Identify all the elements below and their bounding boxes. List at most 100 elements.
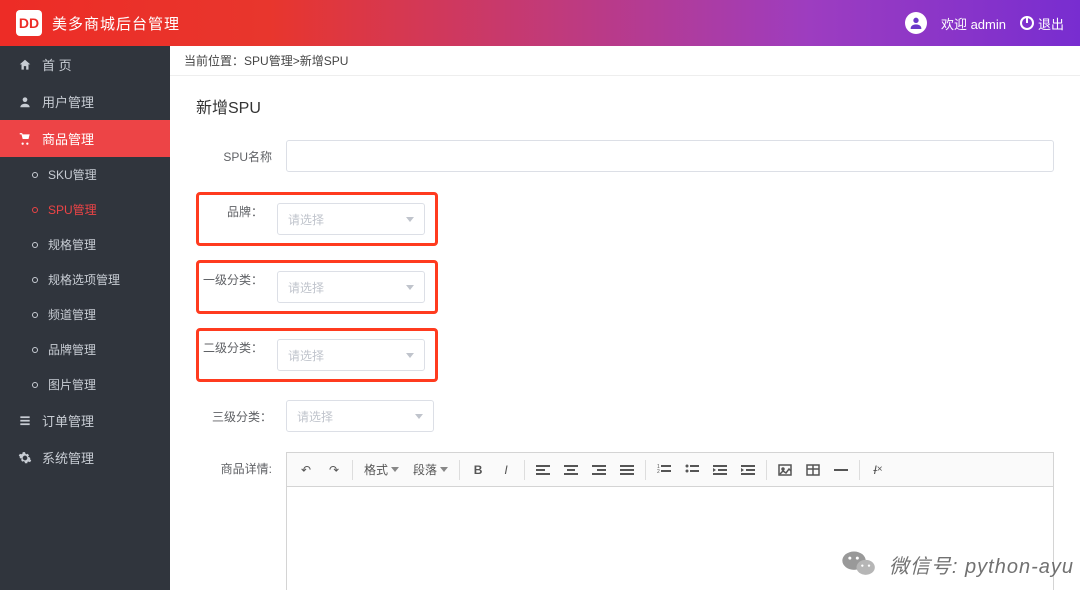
logout-button[interactable]: 退出 bbox=[1020, 14, 1064, 33]
watermark-text: 微信号: python-ayu bbox=[889, 550, 1074, 579]
align-justify-button[interactable] bbox=[614, 457, 640, 483]
desc-label: 商品详情: bbox=[196, 452, 286, 477]
separator bbox=[459, 460, 460, 480]
ordered-list-button[interactable]: 12 bbox=[651, 457, 677, 483]
sidebar-item-label: 商品管理 bbox=[42, 129, 94, 148]
separator bbox=[859, 460, 860, 480]
sidebar-item-channels[interactable]: 频道管理 bbox=[0, 297, 170, 332]
bullet-icon bbox=[32, 207, 38, 213]
sidebar-item-users[interactable]: 用户管理 bbox=[0, 83, 170, 120]
brand-label: 品牌： bbox=[199, 203, 277, 235]
svg-text:2: 2 bbox=[657, 469, 660, 475]
bullet-icon bbox=[32, 242, 38, 248]
bullet-icon bbox=[32, 172, 38, 178]
sidebar-item-label: 首 页 bbox=[42, 55, 72, 74]
format-dropdown[interactable]: 格式 bbox=[358, 457, 405, 483]
sidebar-item-home[interactable]: 首 页 bbox=[0, 46, 170, 83]
bullet-icon bbox=[32, 347, 38, 353]
bullet-icon bbox=[32, 277, 38, 283]
avatar[interactable] bbox=[905, 12, 927, 34]
cat1-select[interactable]: 请选择 bbox=[277, 271, 425, 303]
separator bbox=[352, 460, 353, 480]
brand-select[interactable]: 请选择 bbox=[277, 203, 425, 235]
undo-button[interactable]: ↶ bbox=[293, 457, 319, 483]
sidebar-item-label: SPU管理 bbox=[48, 201, 97, 218]
spu-name-input[interactable] bbox=[286, 140, 1054, 172]
spu-name-label: SPU名称 bbox=[196, 148, 286, 165]
bullet-icon bbox=[32, 382, 38, 388]
table-button[interactable] bbox=[800, 457, 826, 483]
redo-button[interactable]: ↷ bbox=[321, 457, 347, 483]
cat2-select[interactable]: 请选择 bbox=[277, 339, 425, 371]
sidebar-item-label: 系统管理 bbox=[42, 448, 94, 467]
chevron-down-icon bbox=[406, 285, 414, 290]
cat1-label: 一级分类： bbox=[199, 271, 277, 303]
welcome-text: 欢迎 admin bbox=[941, 14, 1006, 33]
gear-icon bbox=[18, 451, 32, 465]
cat3-select[interactable]: 请选择 bbox=[286, 400, 434, 432]
brand-title: 美多商城后台管理 bbox=[52, 13, 180, 34]
sidebar-item-products[interactable]: 商品管理 bbox=[0, 120, 170, 157]
breadcrumb-path: SPU管理>新增SPU bbox=[244, 52, 348, 69]
chevron-down-icon bbox=[406, 217, 414, 222]
bullet-icon bbox=[32, 312, 38, 318]
separator bbox=[645, 460, 646, 480]
outdent-button[interactable] bbox=[707, 457, 733, 483]
chevron-down-icon bbox=[406, 353, 414, 358]
sidebar-item-spu[interactable]: SPU管理 bbox=[0, 192, 170, 227]
sidebar-item-label: 规格选项管理 bbox=[48, 271, 120, 288]
breadcrumb-prefix: 当前位置： bbox=[184, 52, 244, 69]
sidebar-item-label: 订单管理 bbox=[42, 411, 94, 430]
paragraph-label: 段落 bbox=[413, 461, 437, 478]
image-button[interactable] bbox=[772, 457, 798, 483]
chevron-down-icon bbox=[440, 467, 448, 472]
align-right-button[interactable] bbox=[586, 457, 612, 483]
select-placeholder: 请选择 bbox=[297, 408, 333, 425]
sidebar-item-spec-options[interactable]: 规格选项管理 bbox=[0, 262, 170, 297]
highlight-cat2: 二级分类： 请选择 bbox=[196, 328, 438, 382]
format-label: 格式 bbox=[364, 461, 388, 478]
user-icon bbox=[18, 95, 32, 109]
sidebar-item-label: 图片管理 bbox=[48, 376, 96, 393]
align-center-button[interactable] bbox=[558, 457, 584, 483]
chevron-down-icon bbox=[391, 467, 399, 472]
highlight-brand: 品牌： 请选择 bbox=[196, 192, 438, 246]
sidebar-item-label: 品牌管理 bbox=[48, 341, 96, 358]
sidebar-item-system[interactable]: 系统管理 bbox=[0, 439, 170, 476]
sidebar-item-orders[interactable]: 订单管理 bbox=[0, 402, 170, 439]
sidebar-item-specs[interactable]: 规格管理 bbox=[0, 227, 170, 262]
sidebar-item-label: SKU管理 bbox=[48, 166, 97, 183]
clear-format-button[interactable]: I× bbox=[865, 457, 891, 483]
unordered-list-button[interactable] bbox=[679, 457, 705, 483]
chevron-down-icon bbox=[415, 414, 423, 419]
power-icon bbox=[1020, 16, 1034, 30]
cat2-label: 二级分类： bbox=[199, 339, 277, 371]
select-placeholder: 请选择 bbox=[288, 347, 324, 364]
sidebar-item-images[interactable]: 图片管理 bbox=[0, 367, 170, 402]
cat3-label: 三级分类： bbox=[196, 408, 286, 425]
cart-icon bbox=[18, 132, 32, 146]
select-placeholder: 请选择 bbox=[288, 211, 324, 228]
align-left-button[interactable] bbox=[530, 457, 556, 483]
highlight-cat1: 一级分类： 请选择 bbox=[196, 260, 438, 314]
indent-button[interactable] bbox=[735, 457, 761, 483]
separator bbox=[524, 460, 525, 480]
sidebar-item-label: 频道管理 bbox=[48, 306, 96, 323]
list-icon bbox=[18, 414, 32, 428]
wechat-icon bbox=[839, 544, 879, 584]
sidebar-item-label: 用户管理 bbox=[42, 92, 94, 111]
breadcrumb: 当前位置： SPU管理>新增SPU bbox=[170, 46, 1080, 76]
hr-button[interactable] bbox=[828, 457, 854, 483]
watermark: 微信号: python-ayu bbox=[839, 544, 1074, 584]
sidebar-item-brands[interactable]: 品牌管理 bbox=[0, 332, 170, 367]
page-title: 新增SPU bbox=[196, 94, 1054, 118]
bold-button[interactable]: B bbox=[465, 457, 491, 483]
select-placeholder: 请选择 bbox=[288, 279, 324, 296]
italic-button[interactable]: I bbox=[493, 457, 519, 483]
editor-toolbar: ↶ ↷ 格式 段落 B I bbox=[287, 453, 1053, 487]
logo: DD bbox=[16, 10, 42, 36]
sidebar: 首 页 用户管理 商品管理 SKU管理 SPU管理 规格管理 规格选项管理 频 bbox=[0, 46, 170, 590]
paragraph-dropdown[interactable]: 段落 bbox=[407, 457, 454, 483]
sidebar-item-sku[interactable]: SKU管理 bbox=[0, 157, 170, 192]
logout-label: 退出 bbox=[1038, 14, 1064, 33]
